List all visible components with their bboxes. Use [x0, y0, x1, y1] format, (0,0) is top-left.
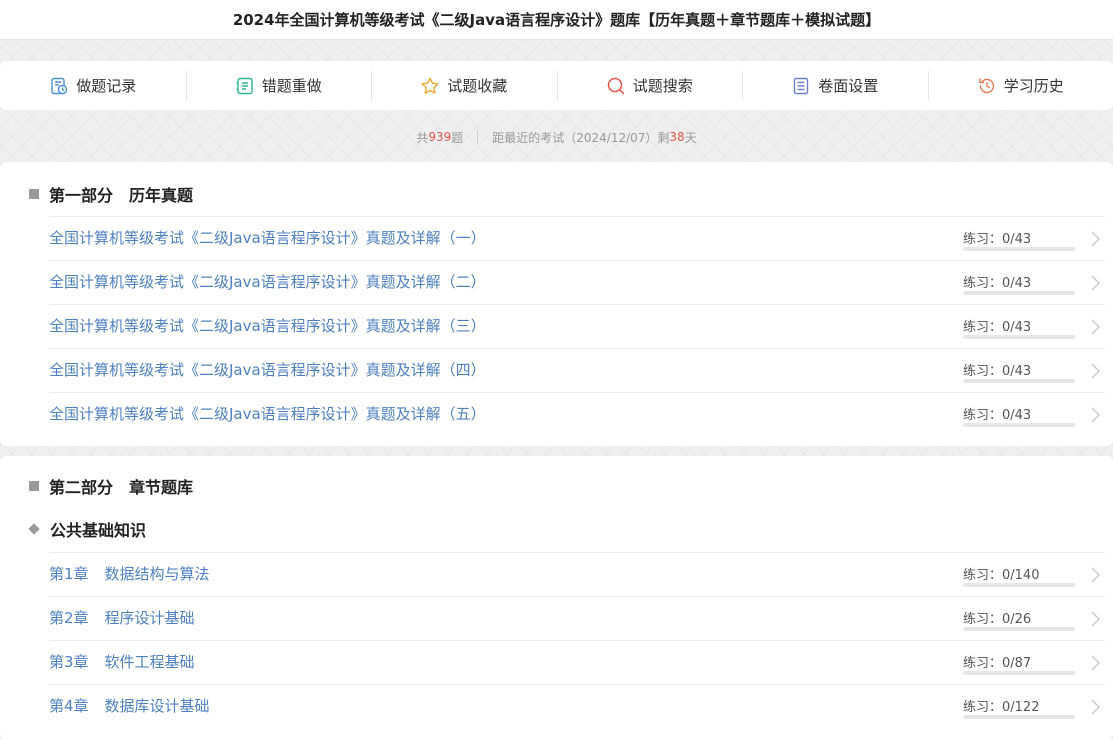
- item-title: 第3章 软件工程基础: [49, 651, 195, 672]
- chapter-title: 数据结构与算法: [104, 565, 210, 583]
- subsection-title: 公共基础知识: [50, 521, 147, 540]
- progress-bar: [963, 583, 1075, 587]
- practice-count: 练习：0/87: [963, 656, 1032, 671]
- list-item[interactable]: 第1章 数据结构与算法 练习：0/140: [49, 552, 1105, 596]
- list-item[interactable]: 全国计算机等级考试《二级Java语言程序设计》真题及详解（二） 练习：0/43: [49, 260, 1105, 304]
- search-label: 试题搜索: [632, 77, 693, 95]
- progress-bar: [963, 671, 1075, 675]
- chevron-right-icon: [1091, 611, 1100, 627]
- item-title: 全国计算机等级考试《二级Java语言程序设计》真题及详解（五）: [49, 405, 486, 423]
- list-item[interactable]: 第3章 软件工程基础 练习：0/87: [49, 640, 1105, 684]
- list-item[interactable]: 全国计算机等级考试《二级Java语言程序设计》真题及详解（一） 练习：0/43: [49, 216, 1105, 260]
- list-item[interactable]: 全国计算机等级考试《二级Java语言程序设计》真题及详解（三） 练习：0/43: [49, 304, 1105, 348]
- list-item[interactable]: 第4章 数据库设计基础 练习：0/122: [49, 684, 1105, 728]
- chapter-number: 第1章: [49, 565, 89, 583]
- chevron-right-icon: [1091, 567, 1100, 583]
- total-count: 939: [428, 130, 452, 144]
- progress-bar: [963, 715, 1075, 719]
- list-item[interactable]: 第2章 程序设计基础 练习：0/26: [49, 596, 1105, 640]
- search-icon: [607, 77, 624, 94]
- square-bullet-icon: [29, 481, 39, 491]
- diamond-bullet-icon: [28, 523, 40, 535]
- progress-bar: [963, 423, 1075, 427]
- chevron-right-icon: [1091, 231, 1100, 247]
- practice-count: 练习：0/140: [963, 568, 1040, 583]
- total-prefix: 共: [416, 130, 429, 145]
- item-title: 第4章 数据库设计基础: [49, 695, 210, 716]
- list-item[interactable]: 全国计算机等级考试《二级Java语言程序设计》真题及详解（五） 练习：0/43: [49, 392, 1105, 436]
- favorites-button[interactable]: 试题收藏: [371, 61, 557, 110]
- history-button[interactable]: 学习历史: [927, 61, 1113, 110]
- search-button[interactable]: 试题搜索: [556, 61, 743, 110]
- practice-count: 练习：0/43: [963, 408, 1032, 423]
- days-remaining: 38: [669, 130, 685, 144]
- settings-icon: [794, 77, 809, 94]
- page-title: 2024年全国计算机等级考试《二级Java语言程序设计》题库【历年真题＋章节题库…: [0, 0, 1113, 40]
- stats-bar: 共 939 题 距最近的考试（2024/12/07）剩 38 天: [0, 124, 1113, 150]
- practice-count: 练习：0/43: [963, 276, 1032, 291]
- chevron-right-icon: [1091, 655, 1100, 671]
- chevron-right-icon: [1091, 699, 1100, 715]
- list-item[interactable]: 全国计算机等级考试《二级Java语言程序设计》真题及详解（四） 练习：0/43: [49, 348, 1105, 392]
- chevron-right-icon: [1091, 407, 1100, 423]
- progress-bar: [963, 335, 1075, 339]
- section-part: 第一部分: [49, 186, 114, 205]
- chapter-title: 程序设计基础: [104, 609, 195, 627]
- settings-button[interactable]: 卷面设置: [742, 61, 928, 110]
- history-label: 学习历史: [1003, 77, 1064, 95]
- item-title: 全国计算机等级考试《二级Java语言程序设计》真题及详解（一）: [49, 229, 486, 247]
- chevron-right-icon: [1091, 363, 1100, 379]
- section-past-exams: 第一部分 历年真题 全国计算机等级考试《二级Java语言程序设计》真题及详解（一…: [0, 162, 1113, 446]
- progress-bar: [963, 627, 1075, 631]
- section-title: 历年真题: [129, 186, 194, 205]
- stats-divider: [477, 130, 479, 144]
- section-part: 第二部分: [49, 478, 114, 497]
- practice-count: 练习：0/122: [963, 700, 1040, 715]
- chapter-number: 第3章: [49, 653, 89, 671]
- toolbar: 做题记录 错题重做 试题收藏 试题搜索 卷面设置 学习历史: [0, 61, 1113, 110]
- chapter-title: 软件工程基础: [104, 653, 195, 671]
- progress-bar: [963, 291, 1075, 295]
- item-title: 全国计算机等级考试《二级Java语言程序设计》真题及详解（三）: [49, 317, 486, 335]
- record-button[interactable]: 做题记录: [0, 61, 186, 110]
- section-chapter-bank: 第二部分 章节题库 公共基础知识 第1章 数据结构与算法 练习：0/140 第2章…: [0, 456, 1113, 739]
- days-suffix: 天: [684, 130, 697, 145]
- record-label: 做题记录: [76, 77, 137, 95]
- item-title: 第2章 程序设计基础: [49, 607, 195, 628]
- chapter-number: 第4章: [49, 697, 89, 715]
- redo-button[interactable]: 错题重做: [185, 61, 372, 110]
- progress-bar: [963, 247, 1075, 251]
- redo-label: 错题重做: [261, 77, 322, 95]
- section-heading: 第二部分 章节题库: [29, 476, 194, 497]
- subsection-heading: 公共基础知识: [28, 519, 147, 540]
- practice-count: 练习：0/43: [963, 364, 1032, 379]
- practice-count: 练习：0/43: [963, 320, 1032, 335]
- star-icon: [421, 77, 439, 94]
- practice-count: 练习：0/26: [963, 612, 1032, 627]
- item-title: 全国计算机等级考试《二级Java语言程序设计》真题及详解（四）: [49, 361, 486, 379]
- total-suffix: 题: [451, 130, 464, 145]
- section-heading: 第一部分 历年真题: [29, 184, 194, 205]
- section-title: 章节题库: [129, 478, 194, 497]
- progress-bar: [963, 379, 1075, 383]
- record-icon: [51, 77, 68, 94]
- item-title: 全国计算机等级考试《二级Java语言程序设计》真题及详解（二）: [49, 273, 486, 291]
- practice-count: 练习：0/43: [963, 232, 1032, 247]
- chevron-right-icon: [1091, 319, 1100, 335]
- chapter-number: 第2章: [49, 609, 89, 627]
- history-icon: [979, 77, 994, 93]
- favorites-label: 试题收藏: [447, 77, 508, 95]
- exam-prefix: 距最近的考试（2024/12/07）剩: [492, 130, 670, 145]
- settings-label: 卷面设置: [818, 77, 879, 95]
- chapter-title: 数据库设计基础: [104, 697, 210, 715]
- square-bullet-icon: [29, 189, 39, 199]
- chevron-right-icon: [1091, 275, 1100, 291]
- redo-icon: [236, 77, 253, 94]
- item-title: 第1章 数据结构与算法: [49, 563, 210, 584]
